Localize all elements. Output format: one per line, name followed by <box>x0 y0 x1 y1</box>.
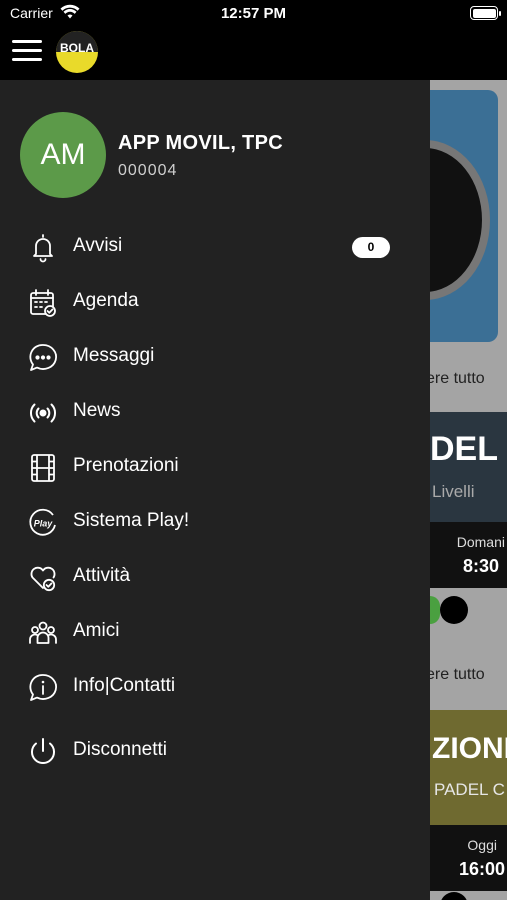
menu-label-info-contatti: Info|Contatti <box>73 675 176 696</box>
menu-item-disconnetti[interactable]: Disconnetti <box>0 724 430 779</box>
info-bubble-icon <box>29 674 57 701</box>
card-day: Domani <box>456 534 505 550</box>
power-icon <box>31 738 55 764</box>
battery-icon <box>470 6 501 20</box>
bola-logo[interactable]: BOLA <box>56 31 98 73</box>
lesson-banner[interactable]: ZIONE PADEL C <box>430 710 507 825</box>
card-time: 8:30 <box>462 556 499 576</box>
menu-label-messaggi: Messaggi <box>73 345 155 366</box>
heart-check-icon <box>30 566 56 592</box>
menu-label-agenda: Agenda <box>73 290 139 311</box>
menu-item-prenotazioni[interactable]: Prenotazioni <box>0 440 430 495</box>
banner-title: DEL <box>430 430 498 468</box>
menu-item-messaggi[interactable]: Messaggi <box>0 330 430 385</box>
banner2-subtitle: PADEL C <box>434 780 505 799</box>
menu-item-news[interactable]: News <box>0 385 430 440</box>
booking-card-1[interactable]: Domani 8:30 <box>430 522 507 588</box>
top-bar: BOLA <box>0 28 507 80</box>
see-all-link-1[interactable]: ere tutto <box>430 370 485 388</box>
notification-count-badge: 0 <box>352 237 390 258</box>
menu-label-sistema-play: Sistema Play! <box>73 510 190 531</box>
banner-subtitle: Livelli <box>432 482 475 501</box>
menu-label-news: News <box>73 400 121 421</box>
avatar[interactable]: AM <box>20 112 106 198</box>
logo-text: BOLA <box>60 41 94 55</box>
broadcast-icon <box>30 403 56 423</box>
see-all-link-2[interactable]: ere tutto <box>430 666 485 684</box>
menu-item-amici[interactable]: Amici <box>0 605 430 660</box>
card2-time: 16:00 <box>458 859 505 879</box>
user-code: 000004 <box>118 162 178 179</box>
background-content: ere tutto DEL Livelli Domani 8:30 ere tu… <box>430 80 507 900</box>
card2-day: Oggi <box>467 837 497 853</box>
group-people-icon <box>29 621 57 644</box>
menu-item-avvisi[interactable]: Avvisi 0 <box>0 220 430 275</box>
hamburger-menu-icon[interactable] <box>12 40 42 62</box>
side-drawer: AM APP MOVIL, TPC 000004 Avvisi 0 Agenda… <box>0 80 430 900</box>
status-bar: Carrier 12:57 PM <box>0 0 507 28</box>
bell-icon <box>33 234 53 263</box>
avatar-initials: AM <box>40 138 86 171</box>
user-name: APP MOVIL, TPC <box>118 132 283 154</box>
menu-item-sistema-play[interactable]: Play Sistema Play! <box>0 495 430 550</box>
banner2-title: ZIONE <box>432 732 507 765</box>
menu-label-amici: Amici <box>73 620 120 641</box>
menu-item-attivita[interactable]: Attività <box>0 550 430 605</box>
padel-banner[interactable]: DEL Livelli <box>430 412 507 522</box>
menu-item-agenda[interactable]: Agenda <box>0 275 430 330</box>
play-logo-icon: Play <box>29 508 56 536</box>
menu-label-attivita: Attività <box>73 565 131 586</box>
menu-label-prenotazioni: Prenotazioni <box>73 455 179 476</box>
menu-item-info-contatti[interactable]: Info|Contatti <box>0 660 430 715</box>
menu-label-disconnetti: Disconnetti <box>73 739 167 760</box>
calendar-check-icon <box>30 289 56 317</box>
featured-image[interactable] <box>430 90 498 342</box>
svg-text:Play: Play <box>34 519 54 529</box>
booking-card-2[interactable]: Oggi 16:00 <box>430 825 507 891</box>
status-time: 12:57 PM <box>220 5 287 22</box>
chat-bubble-icon <box>29 344 57 371</box>
film-strip-icon <box>31 454 55 482</box>
players-icon <box>440 596 468 624</box>
menu-label-avvisi: Avvisi <box>73 235 123 256</box>
